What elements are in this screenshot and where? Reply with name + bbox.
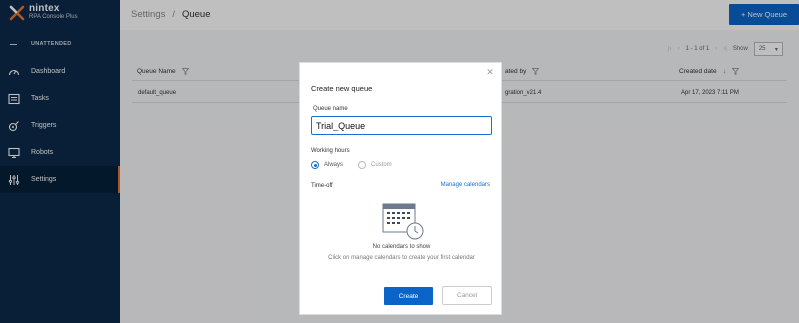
close-icon[interactable]: ✕ (485, 67, 495, 77)
radio-always[interactable]: Always (311, 161, 343, 169)
dialog-title: Create new queue (311, 84, 373, 93)
working-hours-label: Working hours (311, 148, 350, 154)
create-button[interactable]: Create (384, 287, 433, 305)
radio-always-label: Always (324, 162, 344, 168)
radio-unchecked-icon (358, 161, 366, 169)
cancel-button[interactable]: Cancel (442, 286, 492, 305)
radio-custom[interactable]: Custom (358, 161, 392, 169)
queue-name-label: Queue name (313, 106, 348, 112)
empty-state-subtitle: Click on manage calendars to create your… (328, 255, 475, 261)
empty-state-title: No calendars to show (372, 244, 431, 250)
manage-calendars-link[interactable]: Manage calendars (441, 182, 490, 188)
radio-checked-icon (311, 161, 319, 169)
radio-custom-label: Custom (371, 162, 392, 168)
queue-name-input[interactable] (311, 116, 492, 135)
timeoff-label: Time-off (311, 183, 333, 189)
calendar-clock-icon (382, 203, 424, 240)
create-queue-dialog: ✕ Create new queue Queue name Working ho… (299, 62, 502, 315)
